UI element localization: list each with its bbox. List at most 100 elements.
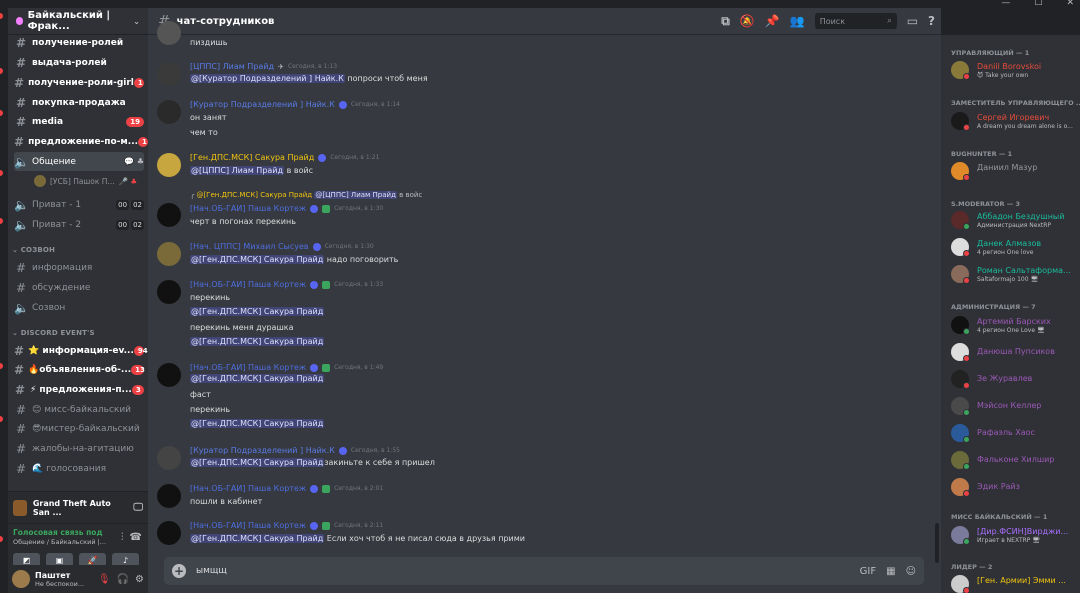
member-item[interactable]: Даниил Мазур: [951, 160, 1079, 184]
gear-icon[interactable]: ⚙: [135, 574, 144, 585]
channel-item[interactable]: # получение-роли-girl 1: [14, 73, 144, 92]
threads-icon[interactable]: ⧉: [721, 14, 730, 29]
message-composer[interactable]: + ымщщ GIF ▦ ☺: [164, 557, 924, 585]
category-header[interactable]: ⌄ СОЗВОН: [12, 246, 55, 254]
avatar[interactable]: [157, 484, 181, 508]
avatar[interactable]: [157, 521, 181, 545]
member-item[interactable]: Роман Сальтаформа... Saltaformajo 100 🖥: [951, 263, 1079, 287]
channel-item[interactable]: # информация: [14, 258, 144, 277]
avatar[interactable]: [157, 242, 181, 266]
channel-item[interactable]: # покупка-продажа: [14, 93, 144, 112]
user-mention[interactable]: @[Куратор Подразделений ] Найк.К: [190, 74, 345, 83]
channel-item[interactable]: # 🌊 голосования: [14, 459, 144, 478]
channel-item[interactable]: # предложение-по-м... 1: [14, 132, 148, 151]
avatar[interactable]: [157, 62, 181, 86]
member-list-icon[interactable]: 👥: [790, 14, 805, 28]
member-item[interactable]: Данюша Пупсиков: [951, 341, 1079, 365]
member-item[interactable]: [Ген. Армии] Эмми ...: [951, 573, 1079, 593]
member-item[interactable]: Данек Алмазов 4 регион One love: [951, 236, 1079, 260]
sticker-icon[interactable]: ▦: [886, 566, 895, 577]
author-name[interactable]: [Нач.ОБ-ГАИ] Паша Кортеж: [190, 363, 306, 372]
maximize-button[interactable]: ☐: [1034, 0, 1042, 8]
help-icon[interactable]: ?: [928, 14, 935, 28]
gif-icon[interactable]: GIF: [860, 566, 876, 577]
disconnect-icon[interactable]: ☎: [130, 532, 142, 543]
server-notification-dot[interactable]: [0, 110, 3, 116]
author-name[interactable]: [ЦППС] Лиам Прайд: [190, 62, 274, 71]
user-mention[interactable]: @[Ген.ДПС.МСК] Сакура Прайд: [190, 255, 325, 264]
server-header[interactable]: Байкальский | Фрак... ⌄: [8, 8, 148, 35]
author-name[interactable]: [Нач.ОБ-ГАИ] Паша Кортеж: [190, 521, 306, 530]
search-input[interactable]: Поиск ⌕: [814, 13, 897, 29]
author-name[interactable]: [Нач.ОБ-ГАИ] Паша Кортеж: [190, 484, 306, 493]
member-item[interactable]: [Дир.ФСИН]Вирджи... Играет в NEXTRP 🖥: [951, 524, 1079, 548]
user-mention[interactable]: @[Ген.ДПС.МСК] Сакура Прайд: [190, 374, 325, 383]
author-name[interactable]: [Ген.ДПС.МСК] Сакура Прайд: [190, 153, 314, 162]
server-notification-dot[interactable]: [0, 68, 3, 74]
pin-icon[interactable]: 📌: [765, 14, 780, 28]
member-item[interactable]: Фальконе Хилшир: [951, 449, 1079, 473]
channel-item[interactable]: # жалобы-на-агитацию: [14, 439, 144, 458]
server-notification-dot[interactable]: [0, 218, 3, 224]
voice-channel-item[interactable]: 🔈 Общение 💬 ♣: [14, 152, 144, 171]
user-mention[interactable]: @[Ген.ДПС.МСК] Сакура Прайд: [190, 419, 325, 428]
author-name[interactable]: [Куратор Подразделений ] Найк.К: [190, 100, 335, 109]
reply-preview[interactable]: ╭ @[Ген.ДПС.МСК] Сакура Прайд @[ЦППС] Ли…: [190, 191, 422, 199]
user-mention[interactable]: @[Ген.ДПС.МСК] Сакура Прайд: [190, 534, 325, 543]
avatar[interactable]: [157, 21, 181, 45]
user-mention[interactable]: @[Ген.ДПС.МСК] Сакура Прайд: [190, 337, 325, 346]
channel-item[interactable]: # 😊 мисс-байкальский: [14, 400, 144, 419]
channel-item[interactable]: # выдача-ролей: [14, 53, 144, 72]
channel-item[interactable]: # 😎мистер-байкальский: [14, 419, 144, 438]
author-name[interactable]: [Нач.ОБ-ГАИ] Паша Кортеж: [190, 280, 306, 289]
avatar[interactable]: [157, 153, 181, 177]
member-item[interactable]: Сергей Игоревич A dream you dream alone …: [951, 110, 1079, 134]
emoji-icon[interactable]: ☺: [906, 566, 916, 577]
user-mention[interactable]: @[Ген.ДПС.МСК] Сакура Прайд: [190, 458, 325, 467]
category-header[interactable]: ⌄ DISCORD EVENT'S: [12, 329, 95, 337]
user-mention[interactable]: @[Ген.ДПС.МСК] Сакура Прайд: [190, 307, 325, 316]
attach-plus-icon[interactable]: +: [172, 564, 186, 578]
avatar[interactable]: [157, 363, 181, 387]
scrollbar[interactable]: [935, 523, 939, 563]
member-item[interactable]: Зе Журавлев: [951, 368, 1079, 392]
author-name[interactable]: [Нач.ОБ-ГАИ] Паша Кортеж: [190, 204, 306, 213]
channel-item[interactable]: # media 19: [14, 112, 144, 131]
server-notification-dot[interactable]: [0, 13, 3, 19]
voice-channel-item[interactable]: 🔈 Созвон: [14, 298, 144, 317]
mute-icon[interactable]: 🎙: [98, 574, 111, 585]
headphones-icon[interactable]: 🎧: [117, 574, 129, 585]
server-notification-dot[interactable]: [0, 416, 3, 422]
notification-bell-icon[interactable]: 🔕: [740, 14, 755, 28]
member-item[interactable]: Аббадон Бездушный Администрация NextRP: [951, 209, 1079, 233]
member-item[interactable]: Daniil Borovskoi 😈 Take your own: [951, 59, 1079, 83]
channel-item[interactable]: # обсуждение: [14, 278, 144, 297]
server-notification-dot[interactable]: [0, 363, 3, 369]
avatar[interactable]: [157, 100, 181, 124]
member-item[interactable]: Эдик Райз: [951, 476, 1079, 500]
author-name[interactable]: [Куратор Подразделений ] Найк.К: [190, 446, 335, 455]
noise-suppression-icon[interactable]: ⫶: [121, 532, 124, 543]
channel-item[interactable]: # ⚡ предложения-п... 3: [14, 380, 144, 399]
channel-item[interactable]: # получение-ролей: [14, 33, 144, 52]
member-item[interactable]: Мэйсон Келлер: [951, 395, 1079, 419]
member-item[interactable]: Артемий Барских 4 регион One Love 🖥: [951, 314, 1079, 338]
server-notification-dot[interactable]: [0, 170, 3, 176]
voice-channel-icons[interactable]: 💬 ♣: [124, 157, 144, 166]
avatar[interactable]: [157, 446, 181, 470]
avatar[interactable]: [157, 203, 181, 227]
author-name[interactable]: [Нач. ЦППС] Михаил Сысуев: [190, 242, 309, 251]
user-mention[interactable]: @[ЦППС] Лиам Прайд: [190, 166, 285, 175]
message-input[interactable]: ымщщ: [196, 566, 227, 576]
avatar[interactable]: [157, 280, 181, 304]
screen-icon[interactable]: 🖵: [133, 502, 143, 513]
server-notification-dot[interactable]: [0, 536, 3, 542]
inbox-icon[interactable]: ▭: [907, 14, 918, 28]
activity-panel[interactable]: Grand Theft Auto San ... 🖵: [8, 491, 148, 523]
member-item[interactable]: Рафаэль Хаос: [951, 422, 1079, 446]
avatar[interactable]: [12, 570, 30, 588]
voice-user[interactable]: [УСБ] Пашок П... 🎤 ♣: [34, 175, 137, 187]
minimize-button[interactable]: —: [1001, 0, 1010, 8]
channel-item[interactable]: # 🔥объявления-об-... 13: [14, 360, 145, 379]
voice-channel-item[interactable]: 🔈 Приват - 2 00 02: [14, 215, 144, 234]
